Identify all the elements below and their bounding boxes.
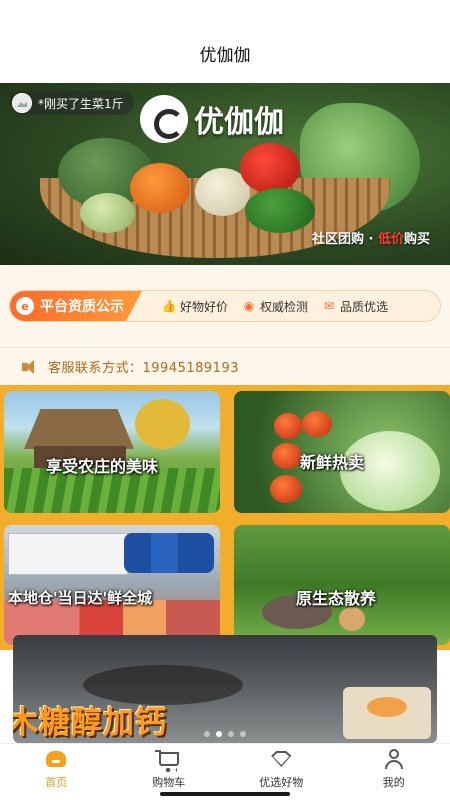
card-caption: 享受农庄的美味 [46,457,159,476]
roof-image [24,409,134,449]
brand-name: 优伽伽 [194,105,284,140]
card-same-day-delivery[interactable]: 本地仓'当日达'鲜全城 [4,525,220,645]
gem-icon [270,748,292,770]
badge-icon: ◉ [243,299,255,313]
feature-label: 品质优选 [340,299,389,314]
tab-label: 我的 [382,776,405,789]
notice-text: *刚买了生菜1斤 [38,96,124,111]
logo-icon [140,95,188,143]
carousel-dot-active[interactable] [216,731,222,737]
thumbs-up-icon: 👍 [161,299,177,313]
hero-banner[interactable]: 优伽伽 *刚买了生菜1斤 社区团购 · 低价购买 [0,83,450,265]
feature-authority-test[interactable]: ◉ 权威检测 [242,298,308,315]
home-indicator [160,792,290,796]
platform-bar[interactable]: e 平台资质公示 👍 好物好价 ◉ 权威检测 ✉ 品质优选 [9,290,441,322]
category-grid: 享受农庄的美味 新鲜热卖 本地仓'当日达'鲜全城 原生态散养 [0,385,450,650]
qualification-button[interactable]: e 平台资质公示 [10,291,142,321]
pepper-image [130,163,190,213]
purchase-notice: *刚买了生菜1斤 [10,91,134,115]
service-contact-text: 客服联系方式：19945189193 [48,361,239,376]
banner-slogan: 社区团购 · 低价购买 [312,228,430,247]
carousel-indicator [204,731,246,737]
promo-title: 木糖醇加钙 [13,705,167,741]
carousel-dot[interactable] [204,731,210,737]
tab-featured[interactable]: 优选好物 [231,748,331,790]
certificate-icon: e [16,297,34,315]
tomato-image [274,413,302,439]
card-caption: 本地仓'当日达'鲜全城 [8,589,153,607]
brand-badge-image [343,687,431,739]
green-pepper-image [245,188,315,233]
carousel-dot[interactable] [228,731,234,737]
card-caption: 原生态散养 [296,589,377,608]
cart-icon [154,748,180,772]
nav-bar: 优伽伽 [0,0,450,83]
carousel-dot[interactable] [240,731,246,737]
card-caption: 新鲜热卖 [300,453,365,472]
truck-image [8,533,128,575]
slogan-prefix: 社区团购 · [311,232,378,247]
promo-carousel[interactable]: 木糖醇加钙 [13,635,437,743]
avatar-icon [12,93,32,113]
card-farm[interactable]: 享受农庄的美味 [4,391,220,513]
tab-label: 购物车 [152,776,186,789]
mail-icon: ✉ [324,299,335,313]
card-free-range[interactable]: 原生态散养 [234,525,450,645]
home-icon [45,748,67,770]
tab-label: 优选好物 [259,776,304,789]
tab-profile[interactable]: 我的 [344,748,444,790]
tab-cart[interactable]: 购物车 [119,748,219,790]
feature-label: 权威检测 [260,299,309,314]
tab-label: 首页 [45,776,68,789]
feature-good-price[interactable]: 👍 好物好价 [162,298,228,315]
feature-label: 好物好价 [180,299,229,314]
tomato-image [270,475,302,503]
slogan-suffix: 购买 [403,232,430,247]
tomato-image [240,143,300,193]
card-fresh-sale[interactable]: 新鲜热卖 [234,391,450,513]
workers-image [124,533,214,573]
qualification-label: 平台资质公示 [40,299,124,315]
tab-home[interactable]: 首页 [6,748,106,790]
speaker-icon [22,359,40,374]
page-title: 优伽伽 [199,46,251,66]
user-icon [383,748,405,770]
platform-strip: e 平台资质公示 👍 好物好价 ◉ 权威检测 ✉ 品质优选 [0,265,450,347]
brand-logo: 优伽伽 [140,95,284,143]
chicken-image [339,607,365,631]
feature-quality-select[interactable]: ✉ 品质优选 [322,298,388,315]
tomato-image [302,411,332,437]
cauliflower-image [80,193,135,233]
tree-image [135,399,190,449]
tomato-image [272,443,302,469]
slogan-highlight: 低价 [377,232,404,247]
customer-service-line[interactable]: 客服联系方式：19945189193 [0,347,450,385]
